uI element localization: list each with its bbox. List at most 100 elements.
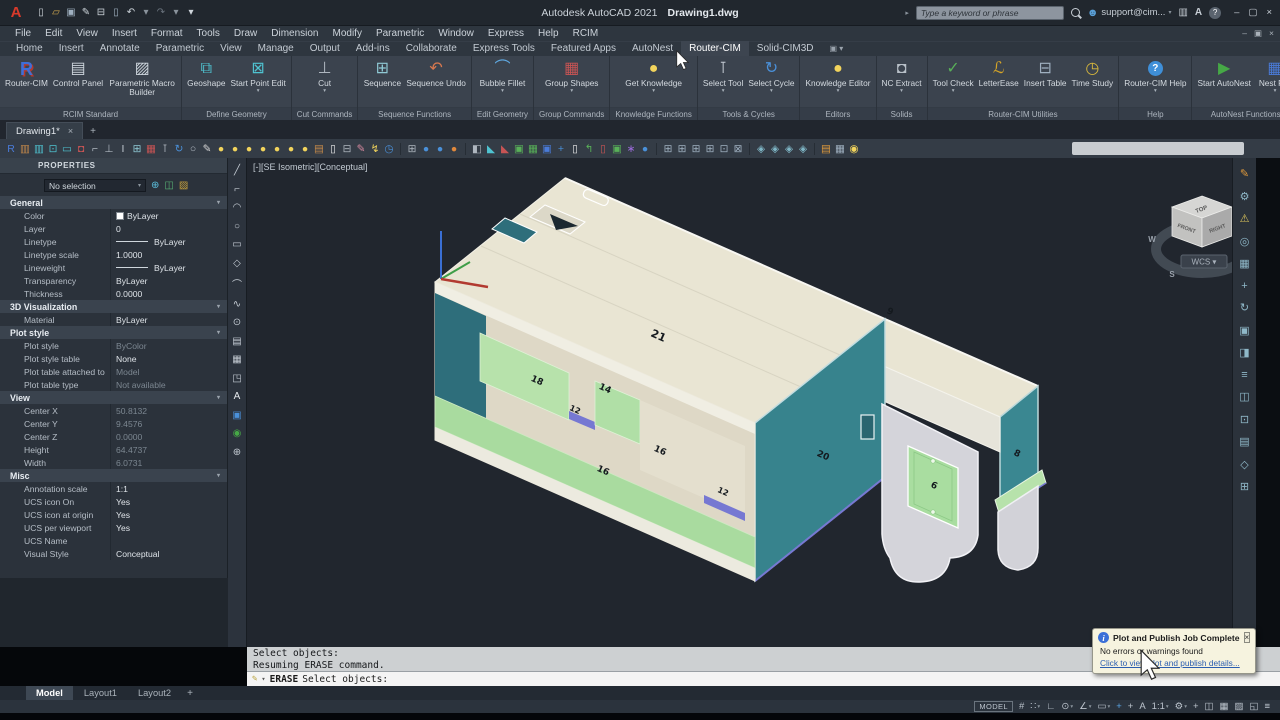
- draw-tool-icon[interactable]: ▤: [232, 336, 241, 347]
- property-row-thickness[interactable]: Thickness0.0000: [0, 287, 227, 300]
- ribbon-button-get-knowledge[interactable]: ●Get Knowledge▾: [623, 57, 684, 94]
- property-value[interactable]: 6.0731: [110, 456, 227, 469]
- toolbar-icon[interactable]: ⊠: [732, 143, 744, 155]
- section-header-view[interactable]: View▾: [0, 391, 227, 404]
- status-item-[interactable]: ▦: [1220, 702, 1229, 712]
- selector-icon[interactable]: ▨: [179, 180, 188, 191]
- toolbar-icon[interactable]: ▥: [19, 143, 31, 155]
- doc-window-control[interactable]: ▣: [1254, 28, 1262, 39]
- property-value[interactable]: ByLayer: [110, 313, 227, 326]
- section-header-general[interactable]: General▾: [0, 196, 227, 209]
- menu-format[interactable]: Format: [144, 28, 190, 39]
- draw-tool-icon[interactable]: ∿: [233, 299, 241, 310]
- selector-icon[interactable]: ◫: [164, 180, 173, 191]
- property-row-lineweight[interactable]: LineweightByLayer: [0, 261, 227, 274]
- toolbar-icon[interactable]: ⊞: [662, 143, 674, 155]
- file-tab-close-icon[interactable]: ×: [68, 126, 73, 136]
- ribbon-button-select-cycle[interactable]: ↻Select Cycle▾: [746, 57, 796, 94]
- toolbar-icon[interactable]: ▥: [33, 143, 45, 155]
- ribbon-button-geoshape[interactable]: ⧉Geoshape: [185, 57, 227, 88]
- autodesk-brand-icon[interactable]: A: [1195, 7, 1202, 18]
- qat-icon[interactable]: ⊟: [95, 7, 107, 19]
- property-row-plot-style[interactable]: Plot styleByColor: [0, 339, 227, 352]
- property-value[interactable]: 0: [110, 222, 227, 235]
- doc-window-control[interactable]: –: [1242, 28, 1247, 39]
- menu-edit[interactable]: Edit: [38, 28, 69, 39]
- section-collapse-icon[interactable]: ▾: [217, 329, 220, 336]
- palette-icon[interactable]: ▣: [1239, 324, 1249, 337]
- menu-tools[interactable]: Tools: [190, 28, 227, 39]
- qat-icon[interactable]: ▱: [50, 7, 62, 19]
- draw-tool-icon[interactable]: ⊕: [233, 447, 241, 458]
- draw-tool-icon[interactable]: ◳: [232, 373, 241, 384]
- property-row-width[interactable]: Width6.0731: [0, 456, 227, 469]
- toolbar-icon[interactable]: ◈: [769, 143, 781, 155]
- property-value[interactable]: ByLayer: [110, 274, 227, 287]
- status-item-[interactable]: ∷▾: [1030, 702, 1040, 712]
- toolbar-icon[interactable]: ↯: [369, 143, 381, 155]
- draw-tool-icon[interactable]: ╱: [234, 165, 240, 176]
- palette-icon[interactable]: ↻: [1240, 301, 1249, 314]
- status-item-[interactable]: ▭▾: [1097, 702, 1110, 712]
- toolbar-icon[interactable]: ▯: [327, 143, 339, 155]
- toolbar-icon[interactable]: ◷: [383, 143, 395, 155]
- property-row-plot-style-table[interactable]: Plot style tableNone: [0, 352, 227, 365]
- toolbar-icon[interactable]: ✎: [201, 143, 213, 155]
- tab-output[interactable]: Output: [302, 41, 348, 56]
- toolbar-icon[interactable]: ▦: [145, 143, 157, 155]
- 3d-model[interactable]: 2191814121616122068: [435, 178, 1046, 582]
- viewport-controls-label[interactable]: [-][SE Isometric][Conceptual]: [253, 162, 368, 172]
- tab-autonest[interactable]: AutoNest: [624, 41, 681, 56]
- property-value[interactable]: 1:1: [110, 482, 227, 495]
- palette-icon[interactable]: ⚙: [1240, 190, 1250, 203]
- draw-tool-icon[interactable]: ◇: [233, 258, 241, 269]
- drawing-viewport[interactable]: [-][SE Isometric][Conceptual]: [247, 158, 1232, 647]
- toolbar-icon[interactable]: ∗: [625, 143, 637, 155]
- toolbar-icon[interactable]: ⊞: [704, 143, 716, 155]
- ribbon-button-cut[interactable]: ⊥Cut▾: [304, 57, 346, 94]
- properties-header[interactable]: PROPERTIES: [0, 158, 227, 174]
- menu-window[interactable]: Window: [431, 28, 481, 39]
- status-item-[interactable]: +: [1128, 702, 1134, 712]
- palette-icon[interactable]: ▦: [1239, 257, 1249, 270]
- toolbar-icon[interactable]: ○: [187, 143, 199, 155]
- tab-collaborate[interactable]: Collaborate: [398, 41, 465, 56]
- status-item-1-1[interactable]: 1:1▾: [1152, 702, 1169, 712]
- toolbar-icon[interactable]: ✎: [355, 143, 367, 155]
- status-item-[interactable]: ⊙▾: [1061, 702, 1073, 712]
- status-item-[interactable]: ▨: [1234, 702, 1243, 712]
- property-value[interactable]: None: [110, 352, 227, 365]
- status-item-[interactable]: ∟: [1046, 702, 1055, 712]
- new-layout-button[interactable]: +: [182, 686, 198, 701]
- qat-icon[interactable]: ▯: [110, 7, 122, 19]
- app-store-icon[interactable]: ▥: [1178, 7, 1187, 18]
- palette-icon[interactable]: ▤: [1239, 435, 1249, 448]
- property-value[interactable]: 0.0000: [110, 430, 227, 443]
- ribbon-button-router-cim[interactable]: RRouter-CIM: [3, 57, 50, 88]
- palette-icon[interactable]: ⚠: [1240, 212, 1250, 225]
- ribbon-button-nc-extract[interactable]: ◘NC Extract▾: [880, 57, 924, 94]
- toolbar-icon[interactable]: ▤: [313, 143, 325, 155]
- tab-insert[interactable]: Insert: [51, 41, 92, 56]
- toolbar-icon[interactable]: ⊡: [718, 143, 730, 155]
- toolbar-icon[interactable]: ◣: [485, 143, 497, 155]
- ribbon-button-group-shapes[interactable]: ▦Group Shapes▾: [543, 57, 601, 94]
- property-value[interactable]: Yes: [110, 508, 227, 521]
- window-control[interactable]: –: [1234, 7, 1239, 18]
- qat-icon[interactable]: ↷: [155, 7, 167, 19]
- property-value[interactable]: Yes: [110, 521, 227, 534]
- section-header-3d-visualization[interactable]: 3D Visualization▾: [0, 300, 227, 313]
- toolbar-icon[interactable]: ◉: [848, 143, 860, 155]
- draw-tool-icon[interactable]: ⊙: [233, 317, 241, 328]
- palette-icon[interactable]: ◫: [1239, 390, 1249, 403]
- toolbar-icon[interactable]: ▣: [541, 143, 553, 155]
- section-collapse-icon[interactable]: ▾: [217, 303, 220, 310]
- status-item-[interactable]: ⚙▾: [1175, 702, 1187, 712]
- tab-manage[interactable]: Manage: [250, 41, 302, 56]
- property-row-ucs-icon-at-origin[interactable]: UCS icon at originYes: [0, 508, 227, 521]
- status-item-[interactable]: +: [1116, 702, 1122, 712]
- menu-modify[interactable]: Modify: [326, 28, 369, 39]
- window-control[interactable]: ▢: [1248, 7, 1257, 18]
- toolbar-icon[interactable]: ▦: [834, 143, 846, 155]
- property-row-layer[interactable]: Layer0: [0, 222, 227, 235]
